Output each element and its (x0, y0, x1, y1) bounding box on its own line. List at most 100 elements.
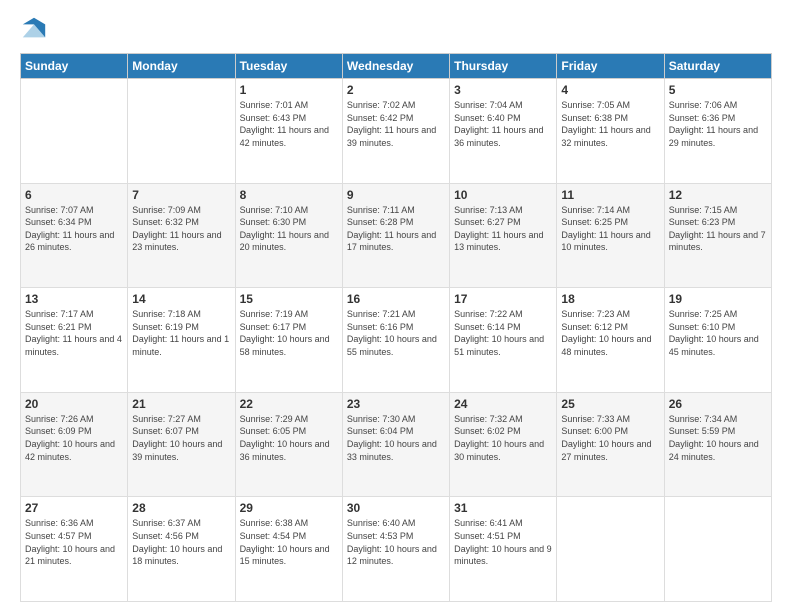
day-cell: 8 Sunrise: 7:10 AM Sunset: 6:30 PM Daylig… (235, 183, 342, 288)
day-number: 28 (132, 501, 230, 515)
day-number: 25 (561, 397, 659, 411)
day-info: Sunrise: 7:29 AM Sunset: 6:05 PM Dayligh… (240, 413, 338, 463)
day-cell: 16Sunrise: 7:21 AM Sunset: 6:16 PM Dayli… (342, 288, 449, 393)
day-number: 11 (561, 188, 659, 202)
day-cell: 22 Sunrise: 7:29 AM Sunset: 6:05 PM Dayli… (235, 392, 342, 497)
day-cell: 7 Sunrise: 7:09 AM Sunset: 6:32 PM Daylig… (128, 183, 235, 288)
day-number: 21 (132, 397, 230, 411)
day-info: Sunrise: 7:15 AM Sunset: 6:23 PM Dayligh… (669, 204, 767, 254)
calendar-header-row: SundayMondayTuesdayWednesdayThursdayFrid… (21, 54, 772, 79)
week-row-1: 1 Sunrise: 7:01 AM Sunset: 6:43 PM Daylig… (21, 79, 772, 184)
day-info: Sunrise: 7:34 AM Sunset: 5:59 PM Dayligh… (669, 413, 767, 463)
day-number: 8 (240, 188, 338, 202)
day-cell: 24Sunrise: 7:32 AM Sunset: 6:02 PM Dayli… (450, 392, 557, 497)
day-number: 20 (25, 397, 123, 411)
day-info: Sunrise: 7:13 AM Sunset: 6:27 PM Dayligh… (454, 204, 552, 254)
day-info: Sunrise: 7:05 AM Sunset: 6:38 PM Dayligh… (561, 99, 659, 149)
day-cell (128, 79, 235, 184)
day-cell: 13Sunrise: 7:17 AM Sunset: 6:21 PM Dayli… (21, 288, 128, 393)
day-number: 19 (669, 292, 767, 306)
day-number: 17 (454, 292, 552, 306)
day-number: 23 (347, 397, 445, 411)
col-header-tuesday: Tuesday (235, 54, 342, 79)
day-cell: 31Sunrise: 6:41 AM Sunset: 4:51 PM Dayli… (450, 497, 557, 602)
day-info: Sunrise: 7:01 AM Sunset: 6:43 PM Dayligh… (240, 99, 338, 149)
day-cell: 2 Sunrise: 7:02 AM Sunset: 6:42 PM Daylig… (342, 79, 449, 184)
day-cell: 1 Sunrise: 7:01 AM Sunset: 6:43 PM Daylig… (235, 79, 342, 184)
day-info: Sunrise: 7:09 AM Sunset: 6:32 PM Dayligh… (132, 204, 230, 254)
day-info: Sunrise: 7:26 AM Sunset: 6:09 PM Dayligh… (25, 413, 123, 463)
week-row-3: 13Sunrise: 7:17 AM Sunset: 6:21 PM Dayli… (21, 288, 772, 393)
day-cell: 3 Sunrise: 7:04 AM Sunset: 6:40 PM Daylig… (450, 79, 557, 184)
day-number: 14 (132, 292, 230, 306)
day-info: Sunrise: 7:10 AM Sunset: 6:30 PM Dayligh… (240, 204, 338, 254)
day-info: Sunrise: 7:14 AM Sunset: 6:25 PM Dayligh… (561, 204, 659, 254)
week-row-2: 6 Sunrise: 7:07 AM Sunset: 6:34 PM Daylig… (21, 183, 772, 288)
day-cell: 26 Sunrise: 7:34 AM Sunset: 5:59 PM Dayli… (664, 392, 771, 497)
col-header-sunday: Sunday (21, 54, 128, 79)
day-cell (557, 497, 664, 602)
day-number: 4 (561, 83, 659, 97)
day-info: Sunrise: 7:22 AM Sunset: 6:14 PM Dayligh… (454, 308, 552, 358)
day-cell: 15 Sunrise: 7:19 AM Sunset: 6:17 PM Dayli… (235, 288, 342, 393)
day-info: Sunrise: 7:11 AM Sunset: 6:28 PM Dayligh… (347, 204, 445, 254)
day-number: 12 (669, 188, 767, 202)
day-info: Sunrise: 6:40 AM Sunset: 4:53 PM Dayligh… (347, 517, 445, 567)
day-number: 6 (25, 188, 123, 202)
day-number: 24 (454, 397, 552, 411)
day-number: 7 (132, 188, 230, 202)
day-info: Sunrise: 7:18 AM Sunset: 6:19 PM Dayligh… (132, 308, 230, 358)
day-cell: 20 Sunrise: 7:26 AM Sunset: 6:09 PM Dayli… (21, 392, 128, 497)
day-cell: 4 Sunrise: 7:05 AM Sunset: 6:38 PM Daylig… (557, 79, 664, 184)
day-cell: 12 Sunrise: 7:15 AM Sunset: 6:23 PM Dayli… (664, 183, 771, 288)
day-info: Sunrise: 7:06 AM Sunset: 6:36 PM Dayligh… (669, 99, 767, 149)
header (20, 15, 772, 43)
day-number: 30 (347, 501, 445, 515)
col-header-monday: Monday (128, 54, 235, 79)
day-cell: 9 Sunrise: 7:11 AM Sunset: 6:28 PM Daylig… (342, 183, 449, 288)
day-info: Sunrise: 7:30 AM Sunset: 6:04 PM Dayligh… (347, 413, 445, 463)
day-info: Sunrise: 7:25 AM Sunset: 6:10 PM Dayligh… (669, 308, 767, 358)
day-number: 15 (240, 292, 338, 306)
day-number: 10 (454, 188, 552, 202)
day-info: Sunrise: 7:02 AM Sunset: 6:42 PM Dayligh… (347, 99, 445, 149)
day-info: Sunrise: 7:33 AM Sunset: 6:00 PM Dayligh… (561, 413, 659, 463)
day-number: 31 (454, 501, 552, 515)
day-number: 1 (240, 83, 338, 97)
day-number: 5 (669, 83, 767, 97)
day-cell: 11 Sunrise: 7:14 AM Sunset: 6:25 PM Dayli… (557, 183, 664, 288)
day-info: Sunrise: 7:21 AM Sunset: 6:16 PM Dayligh… (347, 308, 445, 358)
day-number: 29 (240, 501, 338, 515)
day-cell: 21 Sunrise: 7:27 AM Sunset: 6:07 PM Dayli… (128, 392, 235, 497)
day-cell: 5 Sunrise: 7:06 AM Sunset: 6:36 PM Daylig… (664, 79, 771, 184)
day-number: 22 (240, 397, 338, 411)
day-cell: 17 Sunrise: 7:22 AM Sunset: 6:14 PM Dayli… (450, 288, 557, 393)
day-cell: 25 Sunrise: 7:33 AM Sunset: 6:00 PM Dayli… (557, 392, 664, 497)
day-number: 2 (347, 83, 445, 97)
day-cell: 19 Sunrise: 7:25 AM Sunset: 6:10 PM Dayli… (664, 288, 771, 393)
day-info: Sunrise: 7:07 AM Sunset: 6:34 PM Dayligh… (25, 204, 123, 254)
logo (20, 15, 52, 43)
day-info: Sunrise: 6:38 AM Sunset: 4:54 PM Dayligh… (240, 517, 338, 567)
day-info: Sunrise: 6:36 AM Sunset: 4:57 PM Dayligh… (25, 517, 123, 567)
day-info: Sunrise: 7:27 AM Sunset: 6:07 PM Dayligh… (132, 413, 230, 463)
day-number: 9 (347, 188, 445, 202)
day-info: Sunrise: 7:04 AM Sunset: 6:40 PM Dayligh… (454, 99, 552, 149)
day-info: Sunrise: 6:37 AM Sunset: 4:56 PM Dayligh… (132, 517, 230, 567)
day-info: Sunrise: 7:19 AM Sunset: 6:17 PM Dayligh… (240, 308, 338, 358)
day-cell: 29 Sunrise: 6:38 AM Sunset: 4:54 PM Dayli… (235, 497, 342, 602)
day-cell (664, 497, 771, 602)
day-number: 26 (669, 397, 767, 411)
day-cell (21, 79, 128, 184)
day-cell: 18 Sunrise: 7:23 AM Sunset: 6:12 PM Dayli… (557, 288, 664, 393)
day-cell: 28 Sunrise: 6:37 AM Sunset: 4:56 PM Dayli… (128, 497, 235, 602)
day-number: 18 (561, 292, 659, 306)
day-number: 3 (454, 83, 552, 97)
day-info: Sunrise: 7:17 AM Sunset: 6:21 PM Dayligh… (25, 308, 123, 358)
week-row-4: 20 Sunrise: 7:26 AM Sunset: 6:09 PM Dayli… (21, 392, 772, 497)
day-cell: 10 Sunrise: 7:13 AM Sunset: 6:27 PM Dayli… (450, 183, 557, 288)
calendar-table: SundayMondayTuesdayWednesdayThursdayFrid… (20, 53, 772, 602)
day-info: Sunrise: 7:23 AM Sunset: 6:12 PM Dayligh… (561, 308, 659, 358)
day-cell: 6 Sunrise: 7:07 AM Sunset: 6:34 PM Daylig… (21, 183, 128, 288)
day-number: 27 (25, 501, 123, 515)
